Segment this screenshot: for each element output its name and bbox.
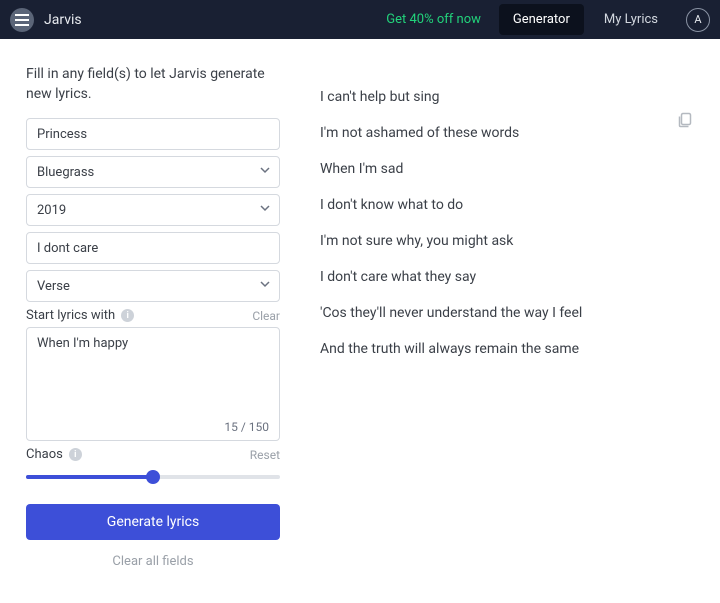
lyrics-line: When I'm sad [320, 161, 694, 177]
promo-link[interactable]: Get 40% off now [386, 12, 481, 27]
avatar-button[interactable]: A [686, 8, 710, 32]
clear-all-button[interactable]: Clear all fields [26, 554, 280, 569]
app-header: Jarvis Get 40% off now Generator My Lyri… [0, 0, 720, 39]
lyrics-line: And the truth will always remain the sam… [320, 341, 694, 357]
topic-input[interactable] [37, 127, 269, 142]
lyrics-output: I can't help but sing I'm not ashamed of … [320, 89, 694, 357]
chevron-down-icon [259, 278, 271, 294]
year-select[interactable]: 2019 [26, 194, 280, 226]
chaos-slider-wrap [26, 470, 280, 484]
lyrics-line: I'm not sure why, you might ask [320, 233, 694, 249]
section-value: Verse [37, 279, 70, 294]
chaos-label: Chaos [26, 447, 63, 462]
hamburger-icon [15, 14, 29, 26]
generate-button[interactable]: Generate lyrics [26, 504, 280, 540]
slider-fill [26, 475, 153, 479]
instructions-text: Fill in any field(s) to let Jarvis gener… [26, 65, 286, 104]
section-select[interactable]: Verse [26, 270, 280, 302]
chevron-down-icon [259, 202, 271, 218]
start-lyrics-label: Start lyrics with [26, 308, 115, 323]
char-count: 15 / 150 [224, 420, 269, 434]
brand-name: Jarvis [44, 12, 82, 28]
mood-input-wrap[interactable] [26, 232, 280, 264]
genre-select[interactable]: Bluegrass [26, 156, 280, 188]
chevron-down-icon [259, 164, 271, 180]
lyrics-line: I don't care what they say [320, 269, 694, 285]
start-textarea[interactable] [37, 336, 269, 416]
lyrics-line: I'm not ashamed of these words [320, 125, 694, 141]
slider-thumb[interactable] [146, 470, 160, 484]
chaos-slider[interactable] [26, 470, 280, 484]
start-label-row: Start lyrics with i Clear [26, 308, 280, 323]
lyrics-line: I can't help but sing [320, 89, 694, 105]
info-icon[interactable]: i [69, 448, 82, 461]
clear-button[interactable]: Clear [252, 309, 280, 323]
mood-input[interactable] [37, 241, 269, 256]
tab-my-lyrics[interactable]: My Lyrics [590, 4, 672, 35]
year-value: 2019 [37, 203, 66, 218]
lyrics-line: 'Cos they'll never understand the way I … [320, 305, 694, 321]
copy-icon[interactable] [676, 114, 694, 133]
output-panel: I can't help but sing I'm not ashamed of … [286, 65, 720, 569]
start-textarea-wrap[interactable]: 15 / 150 [26, 327, 280, 441]
main-content: Fill in any field(s) to let Jarvis gener… [0, 39, 720, 569]
genre-value: Bluegrass [37, 165, 94, 180]
chaos-label-row: Chaos i Reset [26, 447, 280, 462]
menu-button[interactable] [10, 8, 34, 32]
info-icon[interactable]: i [121, 309, 134, 322]
topic-input-wrap[interactable] [26, 118, 280, 150]
lyrics-line: I don't know what to do [320, 197, 694, 213]
form-panel: Fill in any field(s) to let Jarvis gener… [0, 65, 286, 569]
tab-generator[interactable]: Generator [499, 4, 584, 35]
reset-button[interactable]: Reset [250, 448, 280, 462]
